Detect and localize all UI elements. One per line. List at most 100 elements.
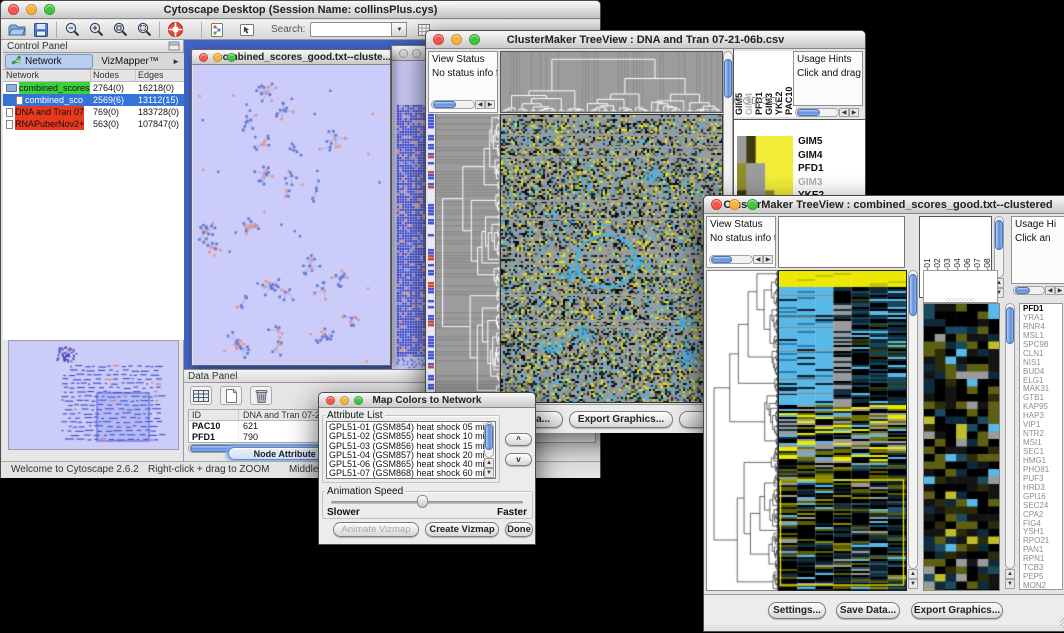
scroll-down-icon[interactable]: ▼ bbox=[484, 468, 494, 478]
attribute-item[interactable]: GPL51-04 (GSM857) heat shock 20 min bbox=[327, 451, 484, 460]
zoom-heatmap-canvas[interactable] bbox=[924, 304, 999, 590]
row-label[interactable]: PFD1 bbox=[798, 162, 862, 176]
hscrollbar-track[interactable] bbox=[431, 100, 475, 109]
search-dropdown-button[interactable]: ▼ bbox=[392, 22, 407, 37]
gene-label[interactable]: TCB3 bbox=[1023, 564, 1062, 573]
scroll-right-icon[interactable]: ▶ bbox=[763, 255, 773, 264]
zoom-out-icon[interactable] bbox=[60, 20, 84, 39]
zoom-icon[interactable] bbox=[747, 199, 758, 210]
gene-label[interactable]: HMG1 bbox=[1023, 457, 1062, 466]
row-label[interactable]: GIM4 bbox=[798, 149, 862, 163]
hscrollbar-track[interactable] bbox=[795, 108, 839, 117]
scroll-down-icon[interactable]: ▼ bbox=[908, 579, 918, 589]
gene-label[interactable]: HRD3 bbox=[1023, 484, 1062, 493]
hscrollbar-thumb[interactable] bbox=[711, 256, 732, 263]
col-network[interactable]: Network bbox=[3, 70, 91, 81]
close-icon[interactable] bbox=[8, 4, 19, 15]
gene-label[interactable]: ELG1 bbox=[1023, 377, 1062, 386]
heatmap-canvas[interactable] bbox=[779, 271, 906, 590]
attribute-item[interactable]: GPL51-02 (GSM855) heat shock 10 min bbox=[327, 432, 484, 441]
zoom-in-icon[interactable] bbox=[84, 20, 108, 39]
scroll-left-icon[interactable]: ◀ bbox=[839, 108, 849, 117]
row-label[interactable]: GIM3 bbox=[798, 176, 862, 190]
attribute-item[interactable]: GPL51-03 (GSM856) heat shock 15 min bbox=[327, 442, 484, 451]
gene-label[interactable]: HAP3 bbox=[1023, 412, 1062, 421]
hscrollbar-thumb[interactable] bbox=[1015, 287, 1030, 294]
treeview-dna-titlebar[interactable]: ClusterMaker TreeView : DNA and Tran 07-… bbox=[426, 31, 865, 49]
new-attribute-icon[interactable] bbox=[220, 386, 242, 405]
vscrollbar-thumb[interactable] bbox=[1006, 307, 1014, 344]
zoom-icon[interactable] bbox=[227, 53, 236, 62]
gene-label[interactable]: RPO21 bbox=[1023, 537, 1062, 546]
close-icon[interactable] bbox=[399, 49, 408, 58]
gene-label[interactable]: PUF3 bbox=[1023, 475, 1062, 484]
vscrollbar-track[interactable] bbox=[908, 270, 918, 569]
select-attributes-icon[interactable] bbox=[190, 386, 212, 405]
scroll-left-icon[interactable]: ◀ bbox=[753, 255, 763, 264]
delete-attribute-icon[interactable] bbox=[250, 386, 272, 405]
gene-label[interactable]: YRA1 bbox=[1023, 314, 1062, 323]
network-overview-canvas[interactable] bbox=[9, 341, 178, 449]
scroll-right-icon[interactable]: ▶ bbox=[485, 100, 495, 109]
column-dendrogram-area[interactable] bbox=[778, 216, 905, 268]
button-export-graphics-[interactable]: Export Graphics... bbox=[911, 602, 1003, 619]
tab-overflow-icon[interactable]: ► bbox=[172, 57, 180, 66]
tree-tool-icon[interactable] bbox=[770, 97, 777, 104]
minimize-icon[interactable] bbox=[412, 49, 421, 58]
cytoscape-titlebar[interactable]: Cytoscape Desktop (Session Name: collins… bbox=[1, 1, 600, 19]
row-label[interactable]: GIM5 bbox=[798, 135, 862, 149]
search-input[interactable] bbox=[310, 22, 392, 37]
slider-thumb[interactable] bbox=[417, 495, 428, 508]
resize-grip[interactable] bbox=[1060, 617, 1064, 628]
treeview-combined-titlebar[interactable]: ClusterMaker TreeView : combined_scores_… bbox=[704, 196, 1064, 214]
button-done[interactable]: Done bbox=[505, 522, 533, 537]
save-icon[interactable] bbox=[29, 20, 53, 39]
button-export-graphics-[interactable]: Export Graphics... bbox=[569, 411, 673, 428]
button-create-vizmap[interactable]: Create Vizmap bbox=[425, 522, 499, 537]
gene-label[interactable]: YSH1 bbox=[1023, 528, 1062, 537]
gene-label[interactable]: RPN1 bbox=[1023, 555, 1062, 564]
close-icon[interactable] bbox=[326, 396, 335, 405]
gene-label[interactable]: SEC24 bbox=[1023, 502, 1062, 511]
scroll-up-icon[interactable]: ▲ bbox=[484, 458, 494, 468]
table-row[interactable]: combined_scores2764(0)16218(0) bbox=[3, 82, 184, 94]
zoom-icon[interactable] bbox=[44, 4, 55, 15]
gene-label[interactable]: MON2 bbox=[1023, 582, 1062, 590]
dialog-titlebar[interactable]: Map Colors to Network bbox=[319, 393, 535, 408]
table-row[interactable]: DNA and Tran 07769(0)183728(0) bbox=[3, 106, 184, 118]
help-lifering-icon[interactable] bbox=[163, 20, 187, 39]
annotation-select-icon[interactable] bbox=[235, 20, 259, 39]
vscrollbar-thumb[interactable] bbox=[995, 220, 1003, 250]
col-nodes[interactable]: Nodes bbox=[91, 70, 136, 81]
scroll-down-icon[interactable]: ▼ bbox=[1005, 579, 1015, 589]
minimize-icon[interactable] bbox=[213, 53, 222, 62]
gene-label[interactable]: MSI1 bbox=[1023, 439, 1062, 448]
scroll-left-icon[interactable]: ◀ bbox=[1045, 286, 1055, 295]
minimize-icon[interactable] bbox=[451, 34, 462, 45]
minimize-icon[interactable] bbox=[26, 4, 37, 15]
heatmap-canvas[interactable] bbox=[501, 115, 722, 402]
table-row[interactable]: RNAPuberNov2+563(0)107847(0) bbox=[3, 118, 184, 130]
scroll-left-icon[interactable]: ◀ bbox=[475, 100, 485, 109]
gene-label[interactable]: PAN1 bbox=[1023, 546, 1062, 555]
vscrollbar-track[interactable] bbox=[994, 216, 1004, 278]
zoom-tool-icon[interactable] bbox=[761, 97, 768, 104]
vizmap-apply-icon[interactable] bbox=[205, 20, 229, 39]
gene-label[interactable]: SPC98 bbox=[1023, 341, 1062, 350]
row-selection-canvas[interactable] bbox=[428, 114, 434, 401]
scroll-up-icon[interactable]: ▲ bbox=[1005, 569, 1015, 579]
row-dendrogram-canvas[interactable] bbox=[707, 271, 778, 590]
open-file-icon[interactable] bbox=[5, 20, 29, 39]
gene-label[interactable]: CLN1 bbox=[1023, 350, 1062, 359]
gene-label[interactable]: PHO81 bbox=[1023, 466, 1062, 475]
hscrollbar-thumb[interactable] bbox=[797, 109, 820, 116]
network-view-canvas[interactable] bbox=[193, 65, 390, 365]
gene-label[interactable]: KAP95 bbox=[1023, 403, 1062, 412]
gene-label[interactable]: GTB1 bbox=[1023, 394, 1062, 403]
close-icon[interactable] bbox=[199, 53, 208, 62]
gene-label[interactable]: NTR2 bbox=[1023, 430, 1062, 439]
gene-label[interactable]: CPA2 bbox=[1023, 511, 1062, 520]
tab-network[interactable]: Network bbox=[5, 54, 93, 69]
vscrollbar-track[interactable] bbox=[484, 422, 494, 458]
scroll-up-icon[interactable]: ▲ bbox=[908, 569, 918, 579]
